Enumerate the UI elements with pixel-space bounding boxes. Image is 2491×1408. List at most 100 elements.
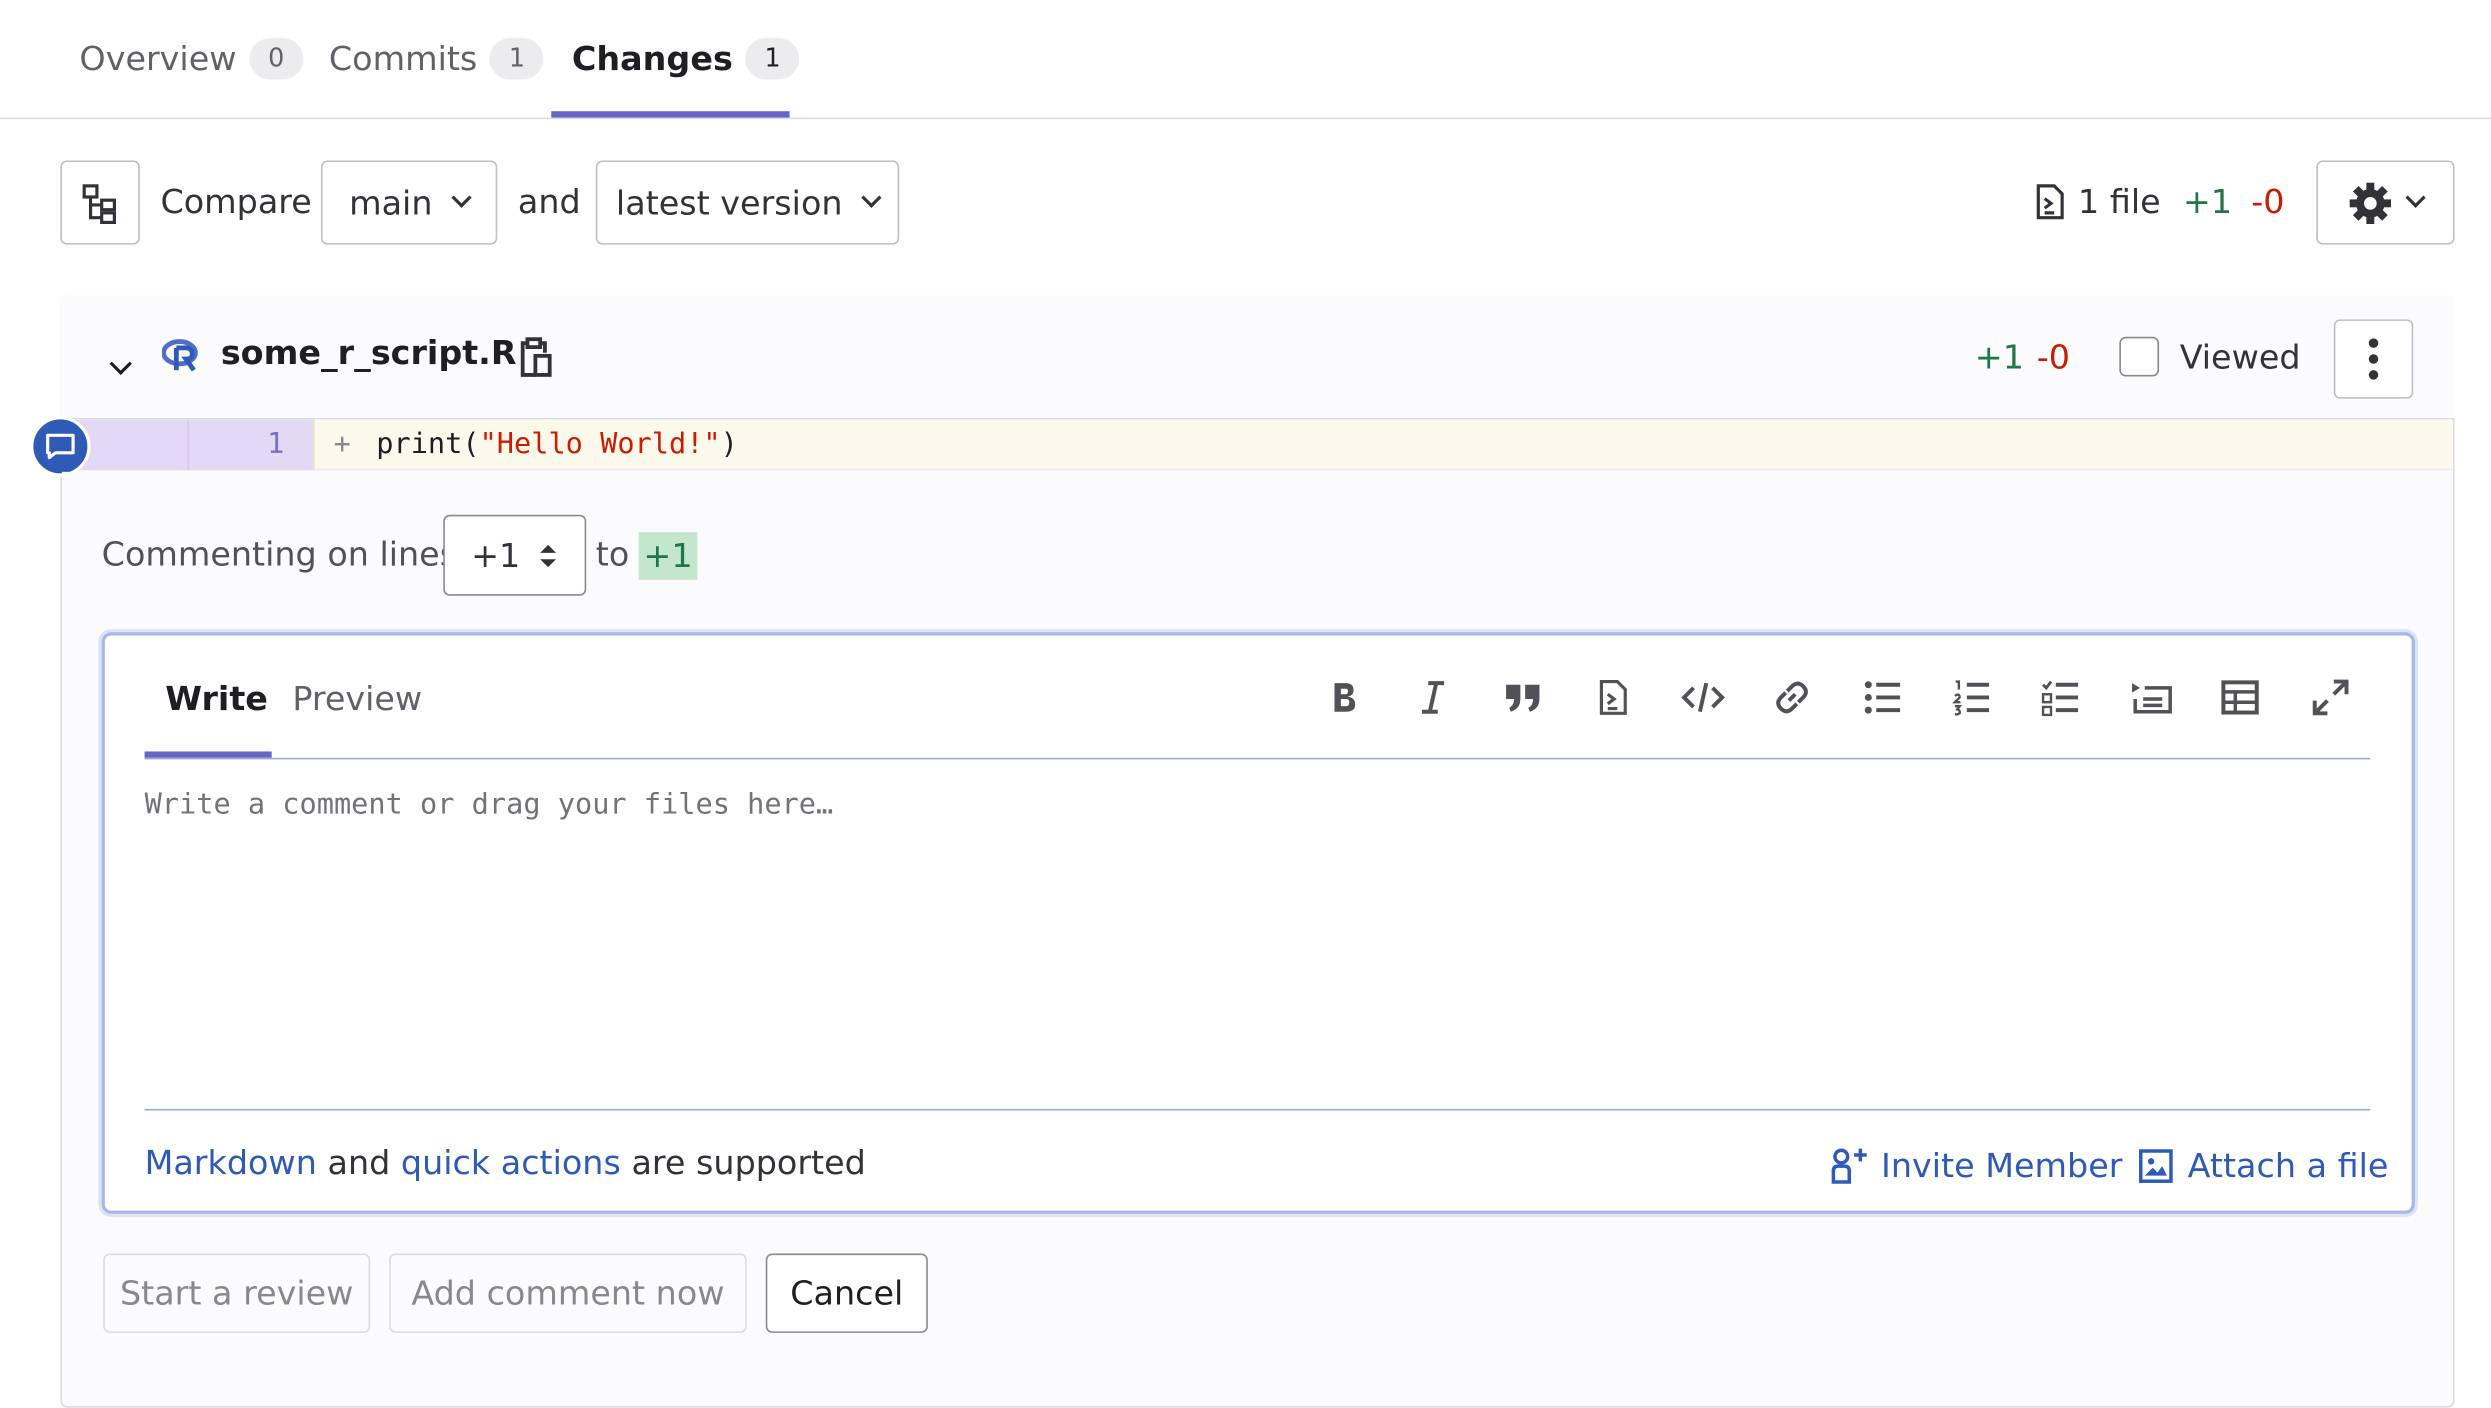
link-icon: [1776, 681, 1808, 714]
diff-stats-added: +1: [2182, 182, 2233, 221]
list-bulleted-icon: [1864, 681, 1901, 714]
new-line-number[interactable]: 1: [187, 419, 313, 471]
commenting-on-lines-label: Commenting on lines: [101, 535, 458, 574]
quick-actions-link[interactable]: quick actions: [401, 1144, 621, 1182]
and-text: and: [327, 1143, 391, 1182]
tab-changes[interactable]: Changes 1: [572, 0, 800, 118]
tab-changes-label: Changes: [571, 39, 733, 78]
editor-toolbar-divider: [144, 757, 2371, 760]
add-comment-now-button[interactable]: Add comment now: [389, 1253, 747, 1333]
task-list-button[interactable]: [2037, 674, 2085, 722]
tab-commits-count: 1: [490, 38, 545, 80]
copy-file-path-icon[interactable]: [518, 337, 553, 378]
italic-icon: [1421, 681, 1445, 714]
cancel-button[interactable]: Cancel: [765, 1253, 928, 1333]
source-branch-dropdown[interactable]: main: [320, 160, 498, 245]
attach-file-label: Attach a file: [2187, 1147, 2389, 1186]
diff-settings-button[interactable]: [2316, 160, 2455, 245]
comment-icon: [46, 433, 75, 460]
insert-link-button[interactable]: [1768, 674, 1816, 722]
file-header: some_r_script.R +1 -0 Viewed: [60, 295, 2455, 420]
code-prefix: print(: [376, 427, 480, 461]
quote-icon: [1506, 684, 1540, 712]
comment-line-start-select[interactable]: +1: [443, 514, 587, 596]
file-name: some_r_script.R: [220, 333, 517, 372]
file-code-icon: [1599, 679, 1627, 715]
code-suffix: ): [720, 427, 738, 461]
tab-overview[interactable]: Overview 0: [79, 0, 304, 118]
fullscreen-button[interactable]: [2307, 674, 2355, 722]
tab-changes-count: 1: [745, 38, 800, 80]
diff-stats-removed: -0: [2251, 182, 2285, 221]
details-block-icon: [2132, 683, 2172, 714]
tab-commits-label: Commits: [328, 39, 478, 78]
code-icon: [1681, 682, 1725, 713]
chevron-down-icon: [2405, 187, 2426, 208]
maximize-icon: [2312, 679, 2349, 716]
supported-text: are supported: [631, 1143, 866, 1182]
r-language-icon: [162, 339, 198, 372]
bold-icon: [1334, 683, 1356, 712]
file-options-button[interactable]: [2333, 319, 2414, 399]
merge-request-changes-page: Overview 0 Commits 1 Changes 1 Compare m…: [0, 0, 2491, 1408]
target-version-dropdown[interactable]: latest version: [595, 160, 900, 245]
chevron-down-icon: [861, 187, 883, 208]
sort-icon: [540, 544, 557, 567]
markdown-help-text: Markdown and quick actions are supported: [145, 1144, 866, 1182]
table-icon: [2221, 680, 2259, 715]
invite-member-label: Invite Member: [1881, 1147, 2123, 1186]
quote-button[interactable]: [1500, 674, 1548, 722]
chevron-down-icon: [109, 352, 132, 376]
list-numbered-icon: [1952, 680, 1990, 716]
active-tab-indicator: [551, 111, 790, 118]
tab-overview-count: 0: [249, 38, 304, 80]
compare-and-label: and: [517, 182, 581, 221]
insert-code-block-button[interactable]: [1589, 674, 1637, 722]
attach-file-button[interactable]: Attach a file: [2138, 1147, 2388, 1185]
viewed-checkbox[interactable]: [2119, 336, 2160, 377]
insert-code-button[interactable]: [1679, 674, 1727, 722]
ellipsis-vertical-icon: [2368, 338, 2379, 380]
code-string: "Hello World!": [479, 427, 721, 461]
merge-request-tabs: Overview 0 Commits 1 Changes 1: [0, 0, 2491, 120]
diff-stats: 1 file +1 -0: [2034, 182, 2285, 221]
tab-overview-label: Overview: [79, 39, 237, 78]
bold-button[interactable]: [1320, 674, 1368, 722]
diff-stats-files: 1 file: [2078, 182, 2161, 221]
comment-line-start-value: +1: [471, 536, 521, 575]
file-tree-toggle-button[interactable]: [60, 160, 140, 245]
italic-button[interactable]: [1409, 674, 1457, 722]
to-label: to: [595, 535, 630, 574]
add-comment-button[interactable]: [30, 416, 91, 477]
target-version-value: latest version: [615, 183, 843, 222]
tab-commits[interactable]: Commits 1: [328, 0, 545, 118]
chevron-down-icon: [451, 187, 473, 208]
list-task-icon: [2041, 680, 2079, 717]
tab-preview[interactable]: Preview: [292, 680, 422, 718]
image-icon: [2139, 1149, 2173, 1183]
file-diff-icon: [2036, 184, 2064, 220]
invite-member-button[interactable]: Invite Member: [1830, 1147, 2122, 1185]
tab-write[interactable]: Write: [165, 680, 268, 718]
diff-line-added[interactable]: 1 + print("Hello World!"): [61, 419, 2453, 471]
viewed-label: Viewed: [2179, 338, 2301, 377]
markdown-link[interactable]: Markdown: [145, 1144, 317, 1182]
comment-line-end-value: +1: [638, 532, 698, 580]
numbered-list-button[interactable]: [1948, 674, 1996, 722]
file-added-count: +1: [1974, 338, 2024, 377]
collapsible-section-button[interactable]: [2127, 674, 2175, 722]
collapse-file-button[interactable]: [109, 342, 132, 380]
start-review-button[interactable]: Start a review: [103, 1253, 371, 1333]
compare-label: Compare: [160, 182, 312, 221]
insert-table-button[interactable]: [2216, 674, 2264, 722]
gear-icon: [2349, 181, 2391, 224]
file-removed-count: -0: [2036, 338, 2071, 377]
file-tree-icon: [82, 183, 116, 224]
bullet-list-button[interactable]: [1859, 674, 1907, 722]
diff-line-code: + print("Hello World!"): [312, 419, 738, 471]
diff-line-marker: +: [333, 427, 351, 461]
source-branch-value: main: [349, 183, 433, 222]
comment-textarea[interactable]: [144, 787, 2369, 1090]
editor-footer-divider: [144, 1108, 2371, 1111]
user-plus-icon: [1831, 1148, 1867, 1184]
